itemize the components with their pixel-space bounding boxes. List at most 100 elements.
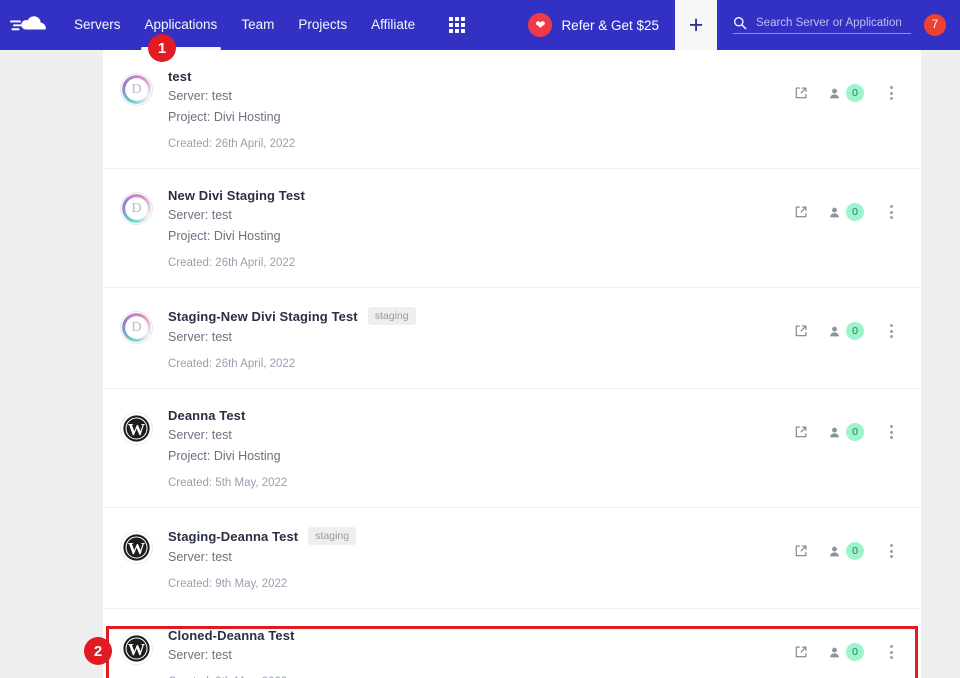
apps-grid-button[interactable]: [437, 0, 477, 50]
divi-letter: D: [131, 202, 141, 216]
app-name[interactable]: test: [168, 69, 192, 84]
table-row[interactable]: D New Divi Staging Test Server: test Pro…: [103, 169, 921, 288]
user-icon: [828, 545, 841, 558]
refer-and-get-button[interactable]: ❤ Refer & Get $25: [528, 0, 675, 50]
search-input[interactable]: [756, 17, 906, 29]
more-vertical-icon[interactable]: [884, 542, 899, 560]
cloudways-logo[interactable]: [0, 0, 62, 50]
wordpress-icon: W: [121, 633, 152, 664]
external-link-icon[interactable]: [794, 425, 808, 439]
user-count-chip[interactable]: 0: [828, 322, 864, 340]
app-project: Project: Divi Hosting: [168, 228, 794, 245]
app-server: Server: test: [168, 427, 794, 444]
page-body: D test Server: test Project: Divi Hostin…: [0, 50, 960, 678]
wordpress-icon: W: [121, 413, 152, 444]
add-button[interactable]: +: [675, 0, 717, 50]
app-project: Project: Divi Hosting: [168, 448, 794, 465]
user-icon: [828, 426, 841, 439]
nav-link-label: Affiliate: [371, 17, 415, 32]
row-actions: 0: [794, 203, 901, 221]
external-link-icon[interactable]: [794, 645, 808, 659]
search-icon: [733, 16, 747, 30]
app-title-line: Staging-Deanna Test staging: [168, 527, 794, 545]
external-link-icon[interactable]: [794, 544, 808, 558]
divi-letter: D: [131, 83, 141, 97]
app-created: Created: 26th April, 2022: [168, 358, 794, 370]
applications-list-card: D test Server: test Project: Divi Hostin…: [103, 50, 921, 678]
search-field-wrapper[interactable]: [733, 16, 911, 34]
nav-link-affiliate[interactable]: Affiliate: [359, 0, 427, 50]
heart-icon: ❤: [528, 13, 552, 37]
external-link-icon[interactable]: [794, 205, 808, 219]
row-actions: 0: [794, 643, 901, 661]
more-vertical-icon[interactable]: [884, 643, 899, 661]
row-actions: 0: [794, 542, 901, 560]
more-vertical-icon[interactable]: [884, 203, 899, 221]
add-button-label: +: [689, 13, 704, 38]
top-navbar: Servers Applications Team Projects Affil…: [0, 0, 960, 50]
row-actions: 0: [794, 322, 901, 340]
user-count-chip[interactable]: 0: [828, 84, 864, 102]
app-title-line: New Divi Staging Test: [168, 188, 794, 203]
user-count-chip[interactable]: 0: [828, 542, 864, 560]
app-server: Server: test: [168, 207, 794, 224]
svg-text:W: W: [128, 539, 145, 558]
nav-link-servers[interactable]: Servers: [62, 0, 133, 50]
nav-link-label: Projects: [298, 17, 347, 32]
table-row[interactable]: D test Server: test Project: Divi Hostin…: [103, 50, 921, 169]
app-server: Server: test: [168, 549, 794, 566]
table-row[interactable]: D Staging-New Divi Staging Test staging …: [103, 288, 921, 389]
staging-tag: staging: [368, 307, 416, 325]
user-count-chip[interactable]: 0: [828, 423, 864, 441]
staging-tag: staging: [308, 527, 356, 545]
app-name[interactable]: Deanna Test: [168, 408, 245, 423]
app-title-line: Cloned-Deanna Test: [168, 628, 794, 643]
user-count: 0: [846, 322, 864, 340]
app-project: Project: Divi Hosting: [168, 109, 794, 126]
nav-links: Servers Applications Team Projects Affil…: [62, 0, 427, 50]
navbar-right: ❤ Refer & Get $25 + 7: [528, 0, 960, 50]
table-row[interactable]: W Deanna Test Server: test Project: Divi…: [103, 389, 921, 508]
user-icon: [828, 87, 841, 100]
app-created: Created: 26th April, 2022: [168, 138, 794, 150]
app-title-line: Deanna Test: [168, 408, 794, 423]
more-vertical-icon[interactable]: [884, 84, 899, 102]
user-count: 0: [846, 542, 864, 560]
annotation-badge-2: 2: [84, 637, 112, 665]
table-row[interactable]: W Cloned-Deanna Test Server: test Create…: [103, 609, 921, 678]
external-link-icon[interactable]: [794, 86, 808, 100]
nav-link-team[interactable]: Team: [229, 0, 286, 50]
app-info: test Server: test Project: Divi Hosting …: [168, 68, 794, 150]
app-info: Deanna Test Server: test Project: Divi H…: [168, 407, 794, 489]
user-icon: [828, 646, 841, 659]
app-created: Created: 5th May, 2022: [168, 477, 794, 489]
nav-link-label: Team: [241, 17, 274, 32]
app-name[interactable]: Cloned-Deanna Test: [168, 628, 295, 643]
user-count: 0: [846, 84, 864, 102]
nav-link-label: Servers: [74, 17, 121, 32]
app-server: Server: test: [168, 329, 794, 346]
app-name[interactable]: Staging-Deanna Test: [168, 529, 298, 544]
more-vertical-icon[interactable]: [884, 423, 899, 441]
apps-grid-icon: [449, 17, 465, 33]
app-server: Server: test: [168, 647, 794, 664]
app-info: New Divi Staging Test Server: test Proje…: [168, 187, 794, 269]
row-actions: 0: [794, 84, 901, 102]
nav-link-projects[interactable]: Projects: [286, 0, 359, 50]
external-link-icon[interactable]: [794, 324, 808, 338]
user-count-chip[interactable]: 0: [828, 643, 864, 661]
app-name[interactable]: New Divi Staging Test: [168, 188, 305, 203]
nav-link-label: Applications: [145, 17, 218, 32]
table-row[interactable]: W Staging-Deanna Test staging Server: te…: [103, 508, 921, 609]
app-server: Server: test: [168, 88, 794, 105]
divi-letter: D: [131, 321, 141, 335]
notification-count-badge[interactable]: 7: [924, 14, 946, 36]
divi-icon: D: [121, 193, 152, 224]
divi-icon: D: [121, 312, 152, 343]
app-name[interactable]: Staging-New Divi Staging Test: [168, 309, 358, 324]
user-icon: [828, 325, 841, 338]
more-vertical-icon[interactable]: [884, 322, 899, 340]
app-title-line: test: [168, 69, 794, 84]
user-count-chip[interactable]: 0: [828, 203, 864, 221]
nav-link-applications[interactable]: Applications: [133, 0, 230, 50]
